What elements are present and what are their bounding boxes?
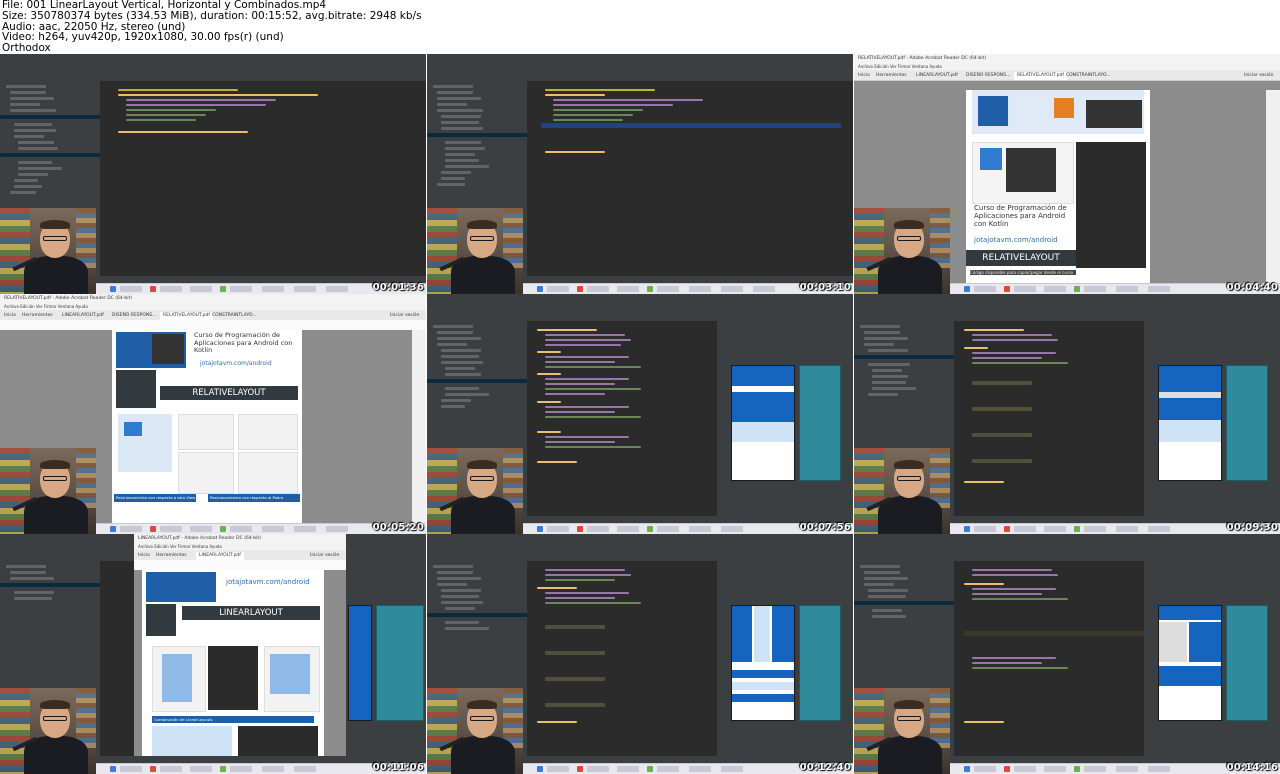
thumbnail-timestamp: 00:07:56 bbox=[799, 522, 851, 533]
tab-responsive[interactable]: DISEÑO RESPONS... bbox=[112, 312, 156, 320]
tab-home[interactable]: Inicio bbox=[4, 312, 16, 320]
thumbnail-3[interactable]: RELATIVELAYOUT.pdf - Adobe Acrobat Reade… bbox=[854, 54, 1280, 294]
webcam-overlay bbox=[0, 448, 96, 534]
ide-tabs bbox=[0, 73, 426, 81]
thumbnail-5[interactable]: 00:07:56 bbox=[427, 294, 853, 534]
pdf-section-banner: LINEARLAYOUT bbox=[182, 606, 320, 620]
pdf-caption: Código disponible para copiar/pegar desd… bbox=[970, 270, 1076, 275]
code-editor[interactable] bbox=[527, 81, 853, 276]
positioning-sibling-label: Posicionamiento con respecto a otro View bbox=[114, 494, 196, 502]
tab-responsive[interactable]: DISEÑO RESPONS... bbox=[966, 72, 1010, 80]
phone-preview[interactable] bbox=[731, 365, 795, 481]
login-link[interactable]: Iniciar sesión bbox=[390, 312, 420, 320]
phone-preview[interactable] bbox=[348, 605, 372, 721]
ide-tabs bbox=[427, 313, 853, 321]
thumbnail-timestamp: 00:01:36 bbox=[372, 282, 424, 293]
file-info-line: Size: 350780374 bytes (334.53 MiB), dura… bbox=[2, 9, 422, 22]
file-info-line: Video: h264, yuv420p, 1920x1080, 30.00 f… bbox=[2, 31, 284, 44]
ide-tabs bbox=[854, 313, 1280, 321]
thumbnail-timestamp: 00:11:06 bbox=[372, 762, 424, 773]
acrobat-tabs: Inicio Herramientas LINEARLAYOUT.pdf DIS… bbox=[854, 70, 1280, 81]
webcam-overlay bbox=[427, 448, 523, 534]
thumbnail-grid: 00:01:36 00:03:10 RELATIVELAYOUT.pdf - A… bbox=[0, 54, 1280, 774]
webcam-overlay bbox=[854, 208, 950, 294]
thumbnail-timestamp: 00:04:40 bbox=[1226, 282, 1278, 293]
layout-preview-panel[interactable] bbox=[346, 561, 426, 756]
layout-preview-panel[interactable] bbox=[1144, 321, 1280, 516]
pdf-section-banner: RELATIVELAYOUT bbox=[160, 386, 298, 400]
course-title: Curso de Programación de Aplicaciones pa… bbox=[194, 331, 293, 354]
tab-constraintlayout[interactable]: CONSTRAINTLAYO... bbox=[1066, 72, 1111, 80]
thumbnail-2[interactable]: 00:03:10 bbox=[427, 54, 853, 294]
blueprint-preview bbox=[799, 365, 841, 481]
login-link[interactable]: Iniciar sesión bbox=[1244, 72, 1274, 80]
layout-preview-panel[interactable] bbox=[1144, 561, 1280, 756]
acrobat-sidebar bbox=[412, 330, 426, 524]
course-title: Curso de Programación de Aplicaciones pa… bbox=[974, 204, 1067, 228]
acrobat-sidebar bbox=[1266, 90, 1280, 284]
tab-tools[interactable]: Herramientas bbox=[22, 312, 53, 320]
code-editor[interactable] bbox=[527, 561, 717, 756]
code-editor[interactable] bbox=[527, 321, 717, 516]
layout-preview-panel[interactable] bbox=[717, 561, 853, 756]
tab-linearlayout[interactable]: LINEARLAYOUT.pdf bbox=[196, 552, 244, 560]
tab-tools[interactable]: Herramientas bbox=[876, 72, 907, 80]
file-info-line: Orthodox bbox=[2, 42, 51, 55]
thumbnail-1[interactable]: 00:01:36 bbox=[0, 54, 426, 294]
thumbnail-timestamp: 00:05:20 bbox=[372, 522, 424, 533]
thumbnail-4[interactable]: RELATIVELAYOUT.pdf - Adobe Acrobat Reade… bbox=[0, 294, 426, 534]
tab-linearlayout[interactable]: LINEARLAYOUT.pdf bbox=[916, 72, 958, 80]
tab-relativelayout[interactable]: RELATIVELAYOUT.pdf bbox=[1014, 72, 1067, 80]
thumbnail-timestamp: 00:14:16 bbox=[1226, 762, 1278, 773]
layout-preview-panel[interactable] bbox=[717, 321, 853, 516]
webcam-overlay bbox=[427, 688, 523, 774]
course-link[interactable]: jotajotavm.com/android bbox=[226, 578, 310, 586]
code-editor[interactable] bbox=[100, 81, 426, 276]
pdf-page: Curso de Programación de Aplicaciones pa… bbox=[966, 90, 1150, 284]
webcam-overlay bbox=[0, 688, 96, 774]
pdf-page: Curso de Programación de Aplicaciones pa… bbox=[112, 330, 302, 524]
pdf-section-banner: RELATIVELAYOUT bbox=[966, 250, 1076, 266]
tab-home[interactable]: Inicio bbox=[858, 72, 870, 80]
thumbnail-timestamp: 00:03:10 bbox=[799, 282, 851, 293]
webcam-overlay bbox=[0, 208, 96, 294]
phone-preview[interactable] bbox=[731, 605, 795, 721]
acrobat-window[interactable]: LINEARLAYOUT.pdf - Adobe Acrobat Reader … bbox=[134, 534, 346, 764]
thumbnail-6[interactable]: 00:09:30 bbox=[854, 294, 1280, 534]
ide-tabs bbox=[427, 553, 853, 561]
thumbnail-7[interactable]: LINEARLAYOUT.pdf - Adobe Acrobat Reader … bbox=[0, 534, 426, 774]
blueprint-preview bbox=[376, 605, 424, 721]
positioning-parent-label: Posicionamiento con respecto al Padre bbox=[208, 494, 300, 502]
linear-combo-label: Combinación de LinearLayouts bbox=[152, 716, 314, 723]
tab-linearlayout[interactable]: LINEARLAYOUT.pdf bbox=[62, 312, 104, 320]
webcam-overlay bbox=[854, 688, 950, 774]
ide-tabs bbox=[854, 553, 1280, 561]
blueprint-preview bbox=[799, 605, 841, 721]
course-link[interactable]: jotajotavm.com/android bbox=[974, 236, 1058, 244]
tab-constraintlayout[interactable]: CONSTRAINTLAYO... bbox=[212, 312, 257, 320]
blueprint-preview bbox=[1226, 605, 1268, 721]
pdf-page: jotajotavm.com/android LINEARLAYOUT Comb… bbox=[142, 570, 324, 764]
tab-relativelayout[interactable]: RELATIVELAYOUT.pdf bbox=[160, 312, 213, 320]
thumbnail-8[interactable]: 00:12:40 bbox=[427, 534, 853, 774]
code-editor[interactable] bbox=[954, 321, 1144, 516]
login-link[interactable]: Iniciar sesión bbox=[310, 552, 340, 560]
file-info-header: File: 001 LinearLayout Vertical, Horizon… bbox=[0, 0, 1280, 54]
thumbnail-9[interactable]: 00:14:16 bbox=[854, 534, 1280, 774]
ide-tabs bbox=[427, 73, 853, 81]
tab-home[interactable]: Inicio bbox=[138, 552, 150, 560]
phone-preview[interactable] bbox=[1158, 605, 1222, 721]
blueprint-preview bbox=[1226, 365, 1268, 481]
thumbnail-timestamp: 00:12:40 bbox=[799, 762, 851, 773]
phone-preview[interactable] bbox=[1158, 365, 1222, 481]
thumbnail-timestamp: 00:09:30 bbox=[1226, 522, 1278, 533]
tab-tools[interactable]: Herramientas bbox=[156, 552, 187, 560]
pdf-viewport[interactable]: jotajotavm.com/android LINEARLAYOUT Comb… bbox=[134, 570, 346, 764]
webcam-overlay bbox=[854, 448, 950, 534]
code-editor[interactable] bbox=[954, 561, 1144, 756]
course-link[interactable]: jotajotavm.com/android bbox=[200, 360, 272, 367]
webcam-overlay bbox=[427, 208, 523, 294]
